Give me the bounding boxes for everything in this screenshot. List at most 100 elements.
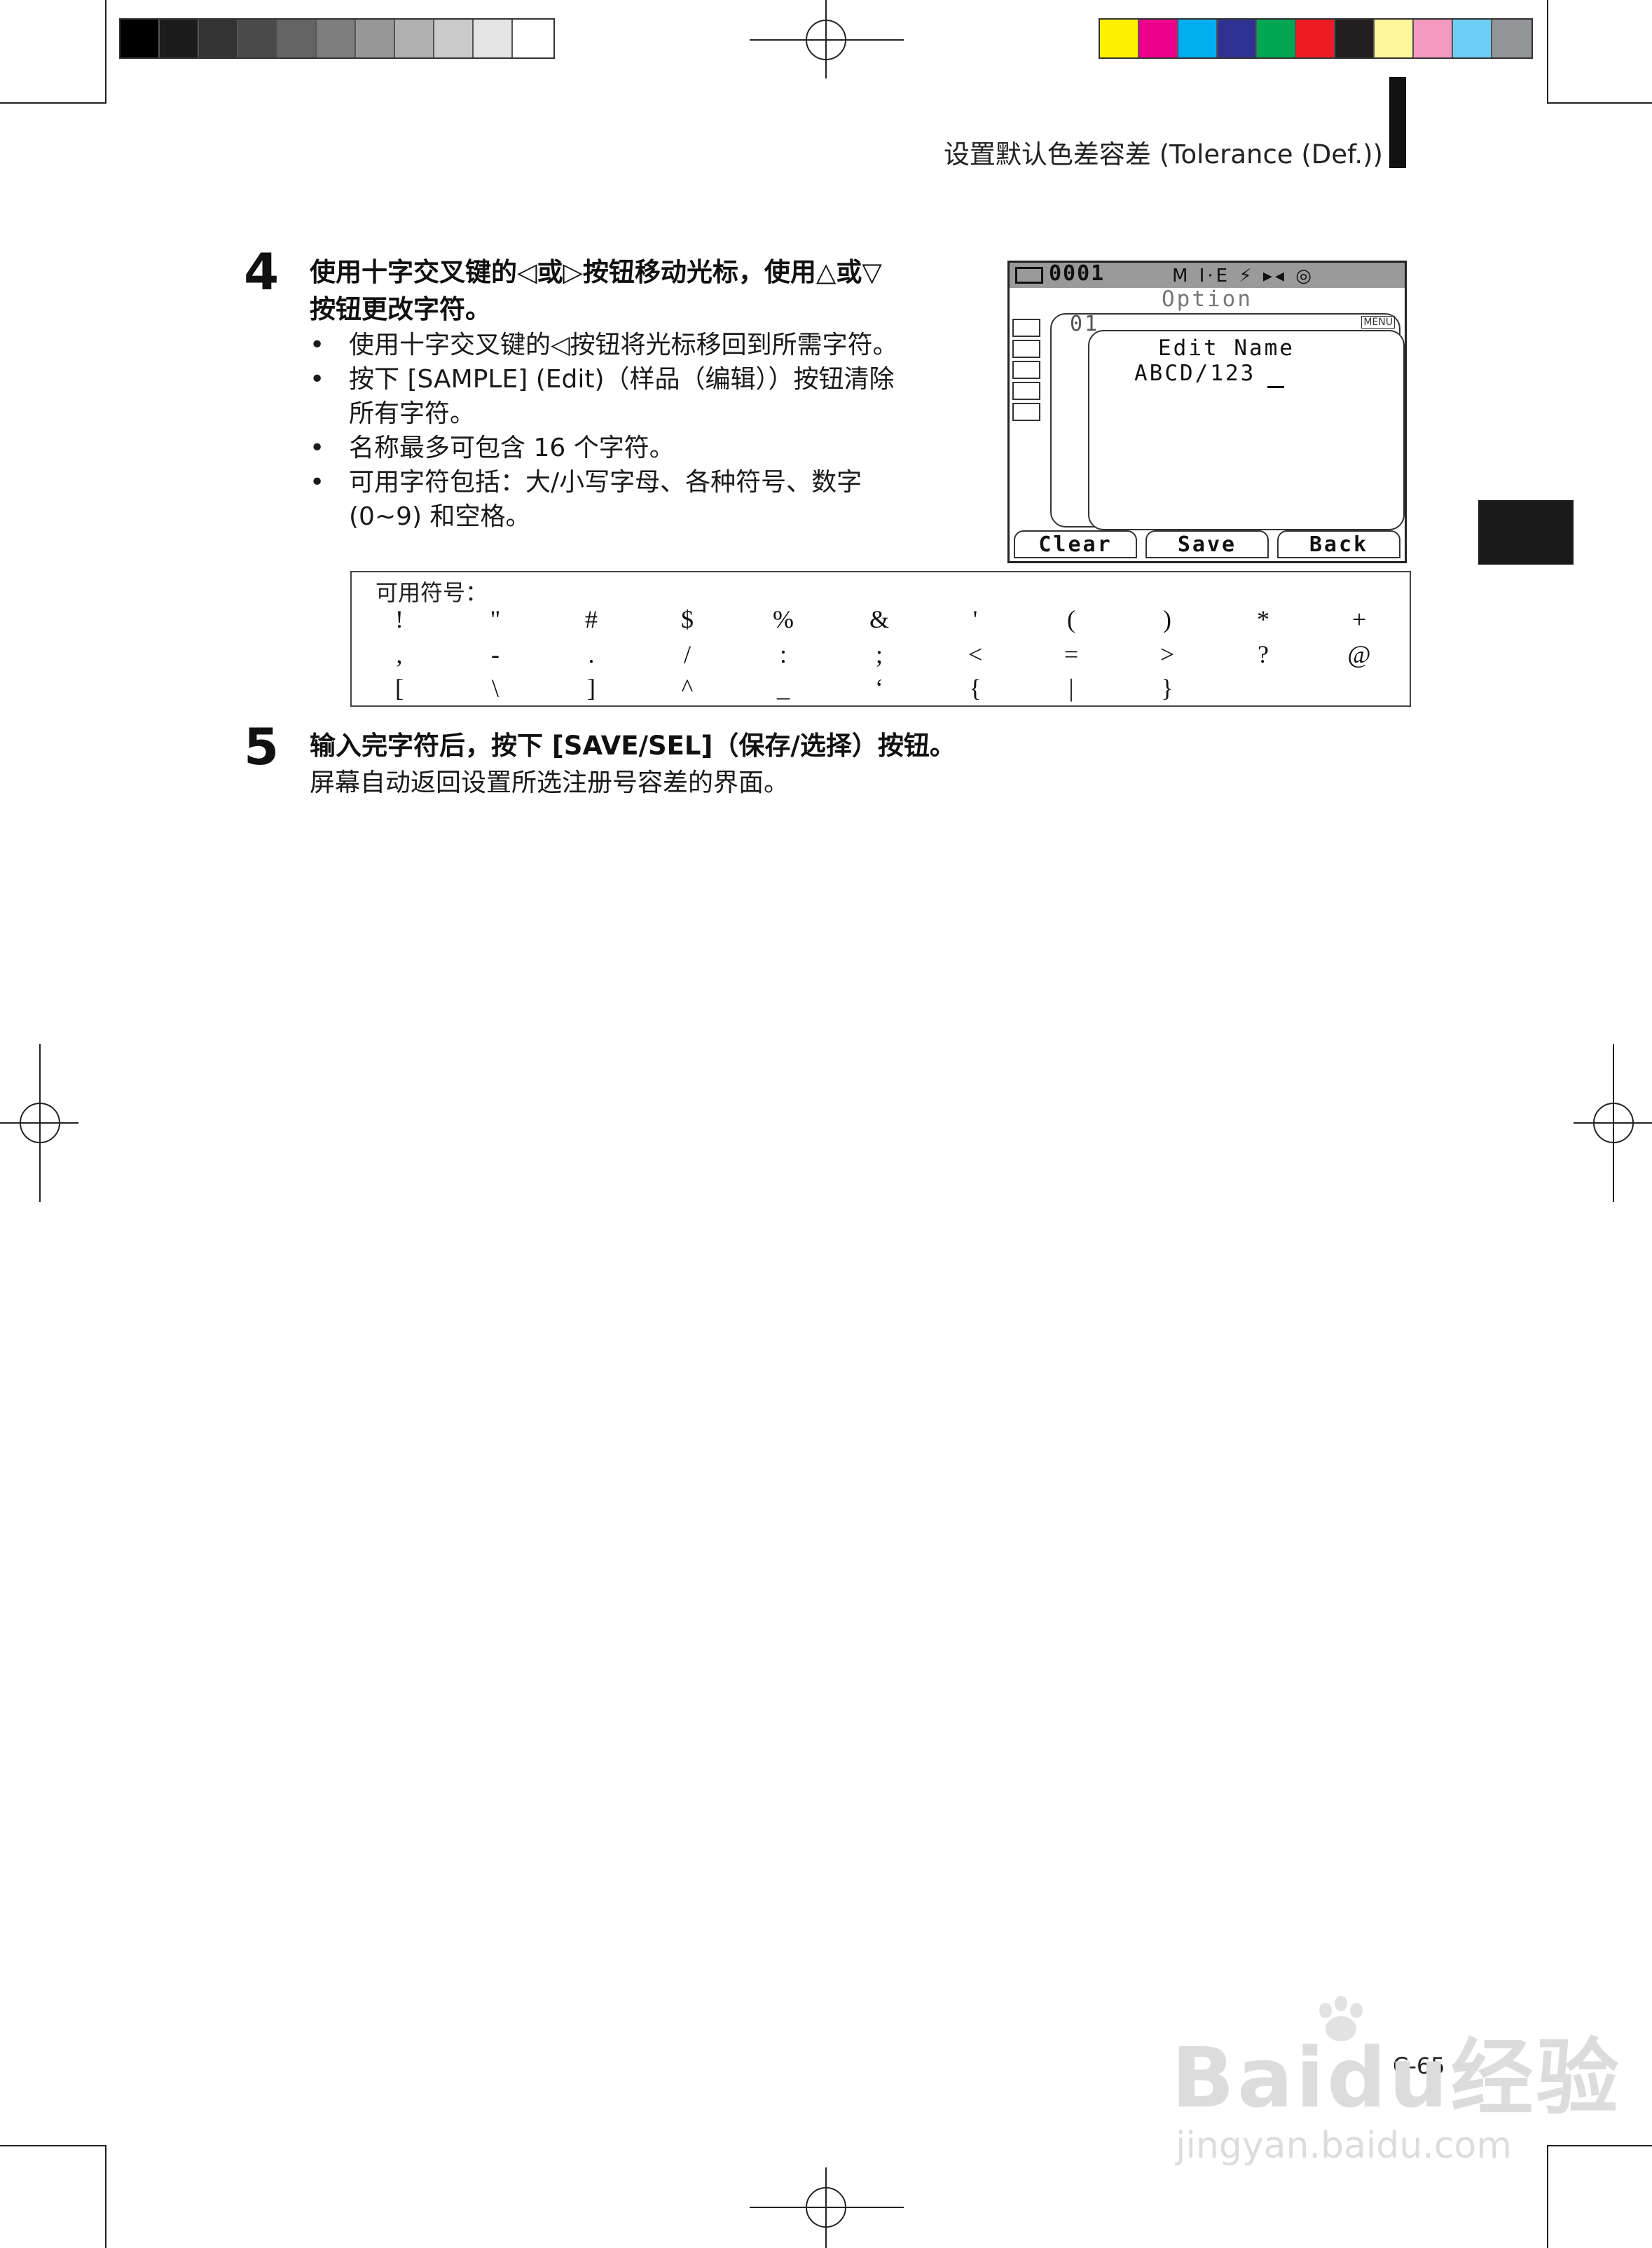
color-swatch: [238, 20, 277, 57]
device-softkeys: Clear Save Back: [1010, 530, 1405, 561]
color-swatch: [1139, 20, 1178, 57]
step-number: 4: [244, 242, 280, 301]
baidu-watermark: Baidu经验 jingyan.baidu.com: [1171, 2011, 1622, 2167]
symbol-cell: @: [1347, 640, 1371, 668]
symbol-cell: ): [1163, 605, 1171, 633]
bullet-text-cont: (0~9) 和空格。: [349, 502, 531, 531]
back-softkey[interactable]: Back: [1277, 530, 1400, 558]
device-edit-title: Edit Name: [1158, 336, 1295, 361]
save-softkey[interactable]: Save: [1145, 530, 1269, 558]
color-swatch: [513, 20, 552, 57]
bullet-item: 名称最多可包含 16 个字符。: [310, 431, 982, 465]
symbol-cell: !: [395, 605, 404, 633]
symbol-cell: $: [681, 605, 694, 633]
clear-softkey[interactable]: Clear: [1014, 530, 1137, 558]
symbol-cell: -: [491, 640, 500, 668]
symbol-cell: _: [777, 674, 790, 702]
watermark-sub: jingyan.baidu.com: [1176, 2125, 1512, 2167]
watermark-main: Baidu经验: [1171, 2029, 1622, 2126]
color-swatch: [1178, 20, 1218, 57]
symbol-cell: %: [773, 605, 794, 633]
symbol-cell: ^: [681, 674, 694, 702]
symbol-cell: =: [1064, 640, 1079, 668]
symbols-row: [ \] ^ _ ‘ { |}: [352, 673, 1410, 707]
color-swatch: [1100, 20, 1139, 57]
device-menu-icon: MENU: [1361, 316, 1395, 329]
color-swatch: [1335, 20, 1375, 57]
symbol-cell: :: [779, 640, 787, 668]
symbol-cell: ': [972, 605, 978, 633]
symbol-cell: &: [869, 605, 889, 633]
device-tab-icon: [1012, 340, 1040, 358]
color-swatch: [474, 20, 513, 57]
bullet-text-cont: 所有字符。: [349, 399, 476, 428]
color-swatch: [1218, 20, 1257, 57]
color-swatch: [1414, 20, 1453, 57]
color-swatch: [1296, 20, 1335, 57]
color-swatch: [199, 20, 238, 57]
color-swatch: [434, 20, 474, 57]
color-swatch: [160, 20, 199, 57]
symbol-cell: .: [588, 640, 595, 668]
symbol-cell: [: [395, 674, 404, 702]
color-swatch: [317, 20, 356, 57]
step4-bullet-list: 使用十字交叉键的◁按钮将光标移回到所需字符。 按下 [SAMPLE] (Edit…: [310, 328, 982, 534]
symbol-cell: ‘: [875, 674, 883, 702]
step-title-line1: 使用十字交叉键的◁或▷按钮移动光标，使用△或▽: [310, 257, 882, 287]
bullet-text: 按下 [SAMPLE] (Edit)（样品（编辑））按钮清除: [349, 365, 895, 394]
gray-swatch-bar: [119, 18, 555, 59]
symbol-cell: #: [585, 605, 598, 633]
device-status-bar: 0001 M I·E ⚡ ▸◂ ◎: [1010, 263, 1405, 288]
device-tab-icon: [1012, 361, 1040, 379]
color-swatch: [1375, 20, 1414, 57]
color-swatch: [1492, 20, 1531, 57]
device-status-icons: M I·E ⚡ ▸◂ ◎: [1172, 266, 1314, 287]
step5-title: 输入完字符后，按下 [SAVE/SEL]（保存/选择）按钮。: [310, 731, 956, 761]
symbol-cell: ,: [396, 640, 403, 668]
symbol-cell: /: [683, 640, 691, 668]
symbol-cell: +: [1351, 605, 1367, 633]
symbol-cell: *: [1257, 605, 1269, 633]
step5-body: 屏幕自动返回设置所选注册号容差的界面。: [310, 768, 790, 797]
color-swatch: [277, 20, 317, 57]
device-screen: 0001 M I·E ⚡ ▸◂ ◎ Option 01 MENU Edit Na…: [1007, 261, 1407, 563]
device-logo-icon: [1015, 267, 1043, 284]
symbol-cell: ": [490, 605, 501, 633]
symbol-cell: ;: [875, 640, 883, 668]
device-name-field[interactable]: ABCD/123: [1134, 361, 1255, 386]
symbol-cell: {: [969, 674, 982, 702]
color-swatch: [1453, 20, 1492, 57]
symbol-cell: }: [1161, 674, 1173, 702]
device-tab-icon: [1012, 319, 1040, 337]
color-swatch: [121, 20, 160, 57]
color-swatch: [395, 20, 434, 57]
device-tab-icon: [1012, 382, 1040, 400]
bullet-item: 按下 [SAMPLE] (Edit)（样品（编辑））按钮清除所有字符。: [310, 362, 982, 431]
chapter-side-tab: [1478, 500, 1574, 565]
step-number: 5: [244, 717, 280, 776]
device-screen-title: Option: [1162, 287, 1253, 312]
device-tab-icon: [1012, 403, 1040, 421]
bullet-item: 可用字符包括：大/小写字母、各种符号、数字 (0~9) 和空格。: [310, 465, 982, 534]
symbols-label: 可用符号：: [376, 579, 488, 606]
device-status-id: 0001: [1049, 261, 1106, 286]
symbol-cell: ]: [587, 674, 596, 702]
symbols-row: ! " # $% & ' () * +: [352, 605, 1410, 638]
header-marker-bar: [1389, 77, 1406, 168]
bullet-text: 可用字符包括：大/小写字母、各种符号、数字: [349, 468, 862, 497]
page-header-title: 设置默认色差容差 (Tolerance (Def.)): [943, 139, 1383, 170]
symbol-cell: >: [1159, 640, 1175, 668]
available-symbols-table: 可用符号： ! " # $% & ' () * + , -. /:; < = >? @ [ \] ^ _ ‘ { |}: [350, 571, 1411, 707]
bullet-item: 使用十字交叉键的◁按钮将光标移回到所需字符。: [310, 328, 982, 362]
symbol-cell: (: [1067, 605, 1075, 633]
device-text-cursor: [1267, 386, 1284, 388]
symbol-cell: <: [968, 640, 983, 668]
symbol-cell: ?: [1258, 640, 1269, 668]
color-swatch-bar: [1099, 18, 1533, 59]
color-swatch: [1257, 20, 1296, 57]
symbol-cell: \: [491, 674, 499, 702]
device-side-icons: [1012, 319, 1049, 424]
symbols-row: , -. /:; < = >? @: [352, 640, 1410, 673]
color-swatch: [356, 20, 395, 57]
symbol-cell: |: [1068, 674, 1074, 702]
